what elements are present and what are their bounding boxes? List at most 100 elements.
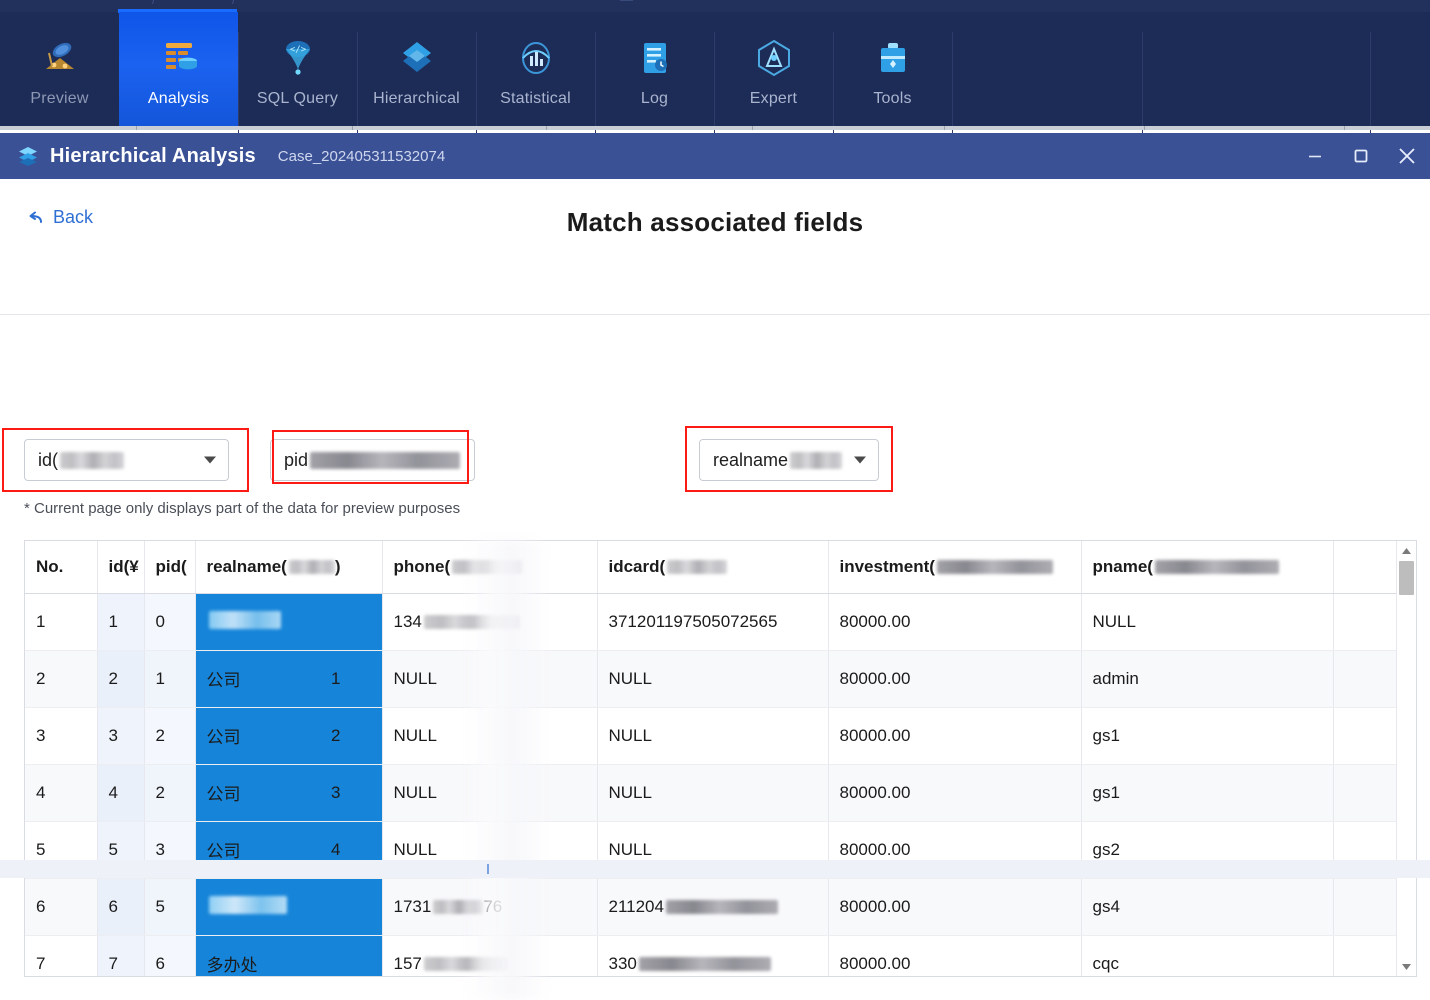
ribbon-tab-log[interactable]: Log [595, 12, 714, 130]
cell-investment: 80000.00 [828, 935, 1082, 976]
ribbon-tab-list: Preview Analysis </> SQL Query Hierarchi… [0, 12, 1371, 142]
cell-investment: 80000.00 [828, 764, 1082, 822]
ribbon-tab-tools-label: Tools [873, 90, 912, 107]
analysis-icon [153, 32, 205, 84]
table-row[interactable]: 3 3 2 公司 2 NULL NULL 80000.00 gs1 [25, 707, 1398, 765]
column-header-phone[interactable]: phone( [382, 541, 598, 594]
cell-no: 7 [25, 935, 98, 976]
cell-realname: 多办处 [195, 935, 383, 976]
preview-note: * Current page only displays part of the… [24, 500, 461, 517]
cell-spacer [1333, 593, 1398, 651]
application-window: / / — Preview [0, 0, 1430, 1000]
cell-pid: 2 [144, 707, 196, 765]
minimize-icon[interactable] [1292, 133, 1338, 179]
cell-realname: 公司 3 [195, 764, 383, 822]
cell-pname: gs1 [1081, 707, 1334, 765]
log-icon [629, 32, 681, 84]
cell-id: 6 [97, 878, 145, 936]
footer-tick [487, 864, 489, 874]
ribbon-tab-preview-label: Preview [30, 90, 89, 107]
data-table: No. id(¥ pid( realname() phone( idcard( … [25, 541, 1398, 976]
preview-icon [34, 32, 86, 84]
data-table-container: No. id(¥ pid( realname() phone( idcard( … [24, 540, 1417, 977]
ribbon-tab-hierarchical[interactable]: Hierarchical [357, 12, 476, 130]
table-body: 1 1 0 134 371201197505072565 80000.00 NU… [25, 593, 1398, 976]
table-row[interactable]: 2 2 1 公司 1 NULL NULL 80000.00 admin [25, 650, 1398, 708]
column-header-pid[interactable]: pid( [144, 541, 196, 594]
scrollbar-thumb[interactable] [1399, 561, 1414, 595]
scroll-down-icon[interactable] [1397, 958, 1416, 975]
main-toolbar-ribbon: / / — Preview [0, 0, 1430, 142]
column-header-realname[interactable]: realname() [195, 541, 383, 594]
node-field-select[interactable]: realname [699, 439, 879, 481]
child-field-select[interactable]: pid [270, 439, 475, 481]
ribbon-tab-expert[interactable]: Expert [714, 12, 833, 130]
cell-investment: 80000.00 [828, 878, 1082, 936]
cell-pname: admin [1081, 650, 1334, 708]
column-header-no[interactable]: No. [25, 541, 98, 594]
layers-icon [16, 144, 40, 168]
column-header-pname[interactable]: pname( [1081, 541, 1334, 594]
cell-phone: NULL [382, 650, 598, 708]
ribbon-tab-tools[interactable]: Tools [833, 12, 952, 130]
scroll-up-icon[interactable] [1397, 542, 1416, 559]
cell-id: 1 [97, 593, 145, 651]
cell-spacer [1333, 707, 1398, 765]
cell-phone: 134 [382, 593, 598, 651]
parent-field-value: id( [38, 450, 125, 471]
ribbon-tab-sql-query-label: SQL Query [256, 90, 339, 107]
cell-pid: 6 [144, 935, 196, 976]
ribbon-tab-sql-query[interactable]: </> SQL Query [238, 12, 357, 130]
field-mapping-controls: id( pid realname [0, 269, 1430, 605]
hierarchical-analysis-dialog: Hierarchical Analysis Case_2024053115320… [0, 133, 1430, 1000]
cell-id: 2 [97, 650, 145, 708]
close-icon[interactable] [1384, 133, 1430, 179]
censored-text [310, 451, 461, 469]
ribbon-tab-analysis-label: Analysis [147, 90, 210, 107]
ribbon-tab-hierarchical-label: Hierarchical [373, 90, 460, 107]
child-field-value: pid [284, 450, 461, 471]
ribbon-bottom-edge [0, 126, 1430, 130]
ribbon-tab-log-label: Log [640, 90, 669, 107]
cell-pname: gs1 [1081, 764, 1334, 822]
cell-realname: 公司 1 [195, 650, 383, 708]
cell-no: 1 [25, 593, 98, 651]
table-row[interactable]: 6 6 5 1731 76 211204 80000.00 gs4 [25, 878, 1398, 936]
cell-idcard: NULL [597, 650, 829, 708]
cell-spacer [1333, 935, 1398, 976]
ribbon-tab-statistical[interactable]: Statistical [476, 12, 595, 130]
column-header-id[interactable]: id(¥ [97, 541, 145, 594]
table-row[interactable]: 7 7 6 多办处 157 330 80000.00 cqc [25, 935, 1398, 976]
dialog-titlebar[interactable]: Hierarchical Analysis Case_2024053115320… [0, 133, 1430, 179]
table-vertical-scrollbar[interactable] [1396, 541, 1416, 976]
expert-icon [748, 32, 800, 84]
cell-spacer [1333, 878, 1398, 936]
table-header-row: No. id(¥ pid( realname() phone( idcard( … [25, 541, 1398, 594]
cell-id: 3 [97, 707, 145, 765]
cell-pid: 5 [144, 878, 196, 936]
ribbon-tab-analysis[interactable]: Analysis [119, 12, 238, 130]
cell-no: 2 [25, 650, 98, 708]
node-field-value: realname [713, 450, 843, 471]
maximize-icon[interactable] [1338, 133, 1384, 179]
ribbon-tab-preview[interactable]: Preview [0, 12, 119, 130]
table-row[interactable]: 4 4 2 公司 3 NULL NULL 80000.00 gs1 [25, 764, 1398, 822]
parent-field-select[interactable]: id( [24, 439, 229, 481]
cell-realname: 公司 2 [195, 707, 383, 765]
table-header: No. id(¥ pid( realname() phone( idcard( … [25, 541, 1398, 594]
dialog-title: Hierarchical Analysis [50, 144, 256, 167]
cell-idcard: 330 [597, 935, 829, 976]
cell-phone: 157 [382, 935, 598, 976]
table-row[interactable]: 1 1 0 134 371201197505072565 80000.00 NU… [25, 593, 1398, 651]
column-header-idcard[interactable]: idcard( [597, 541, 829, 594]
cell-investment: 80000.00 [828, 650, 1082, 708]
cell-id: 4 [97, 764, 145, 822]
cell-investment: 80000.00 [828, 707, 1082, 765]
page-title: Match associated fields [566, 207, 864, 237]
column-header-investment[interactable]: investment( [828, 541, 1082, 594]
cell-pid: 2 [144, 764, 196, 822]
window-controls [1292, 133, 1430, 179]
column-header-spacer [1333, 541, 1398, 594]
cell-investment: 80000.00 [828, 593, 1082, 651]
cell-phone: NULL [382, 764, 598, 822]
